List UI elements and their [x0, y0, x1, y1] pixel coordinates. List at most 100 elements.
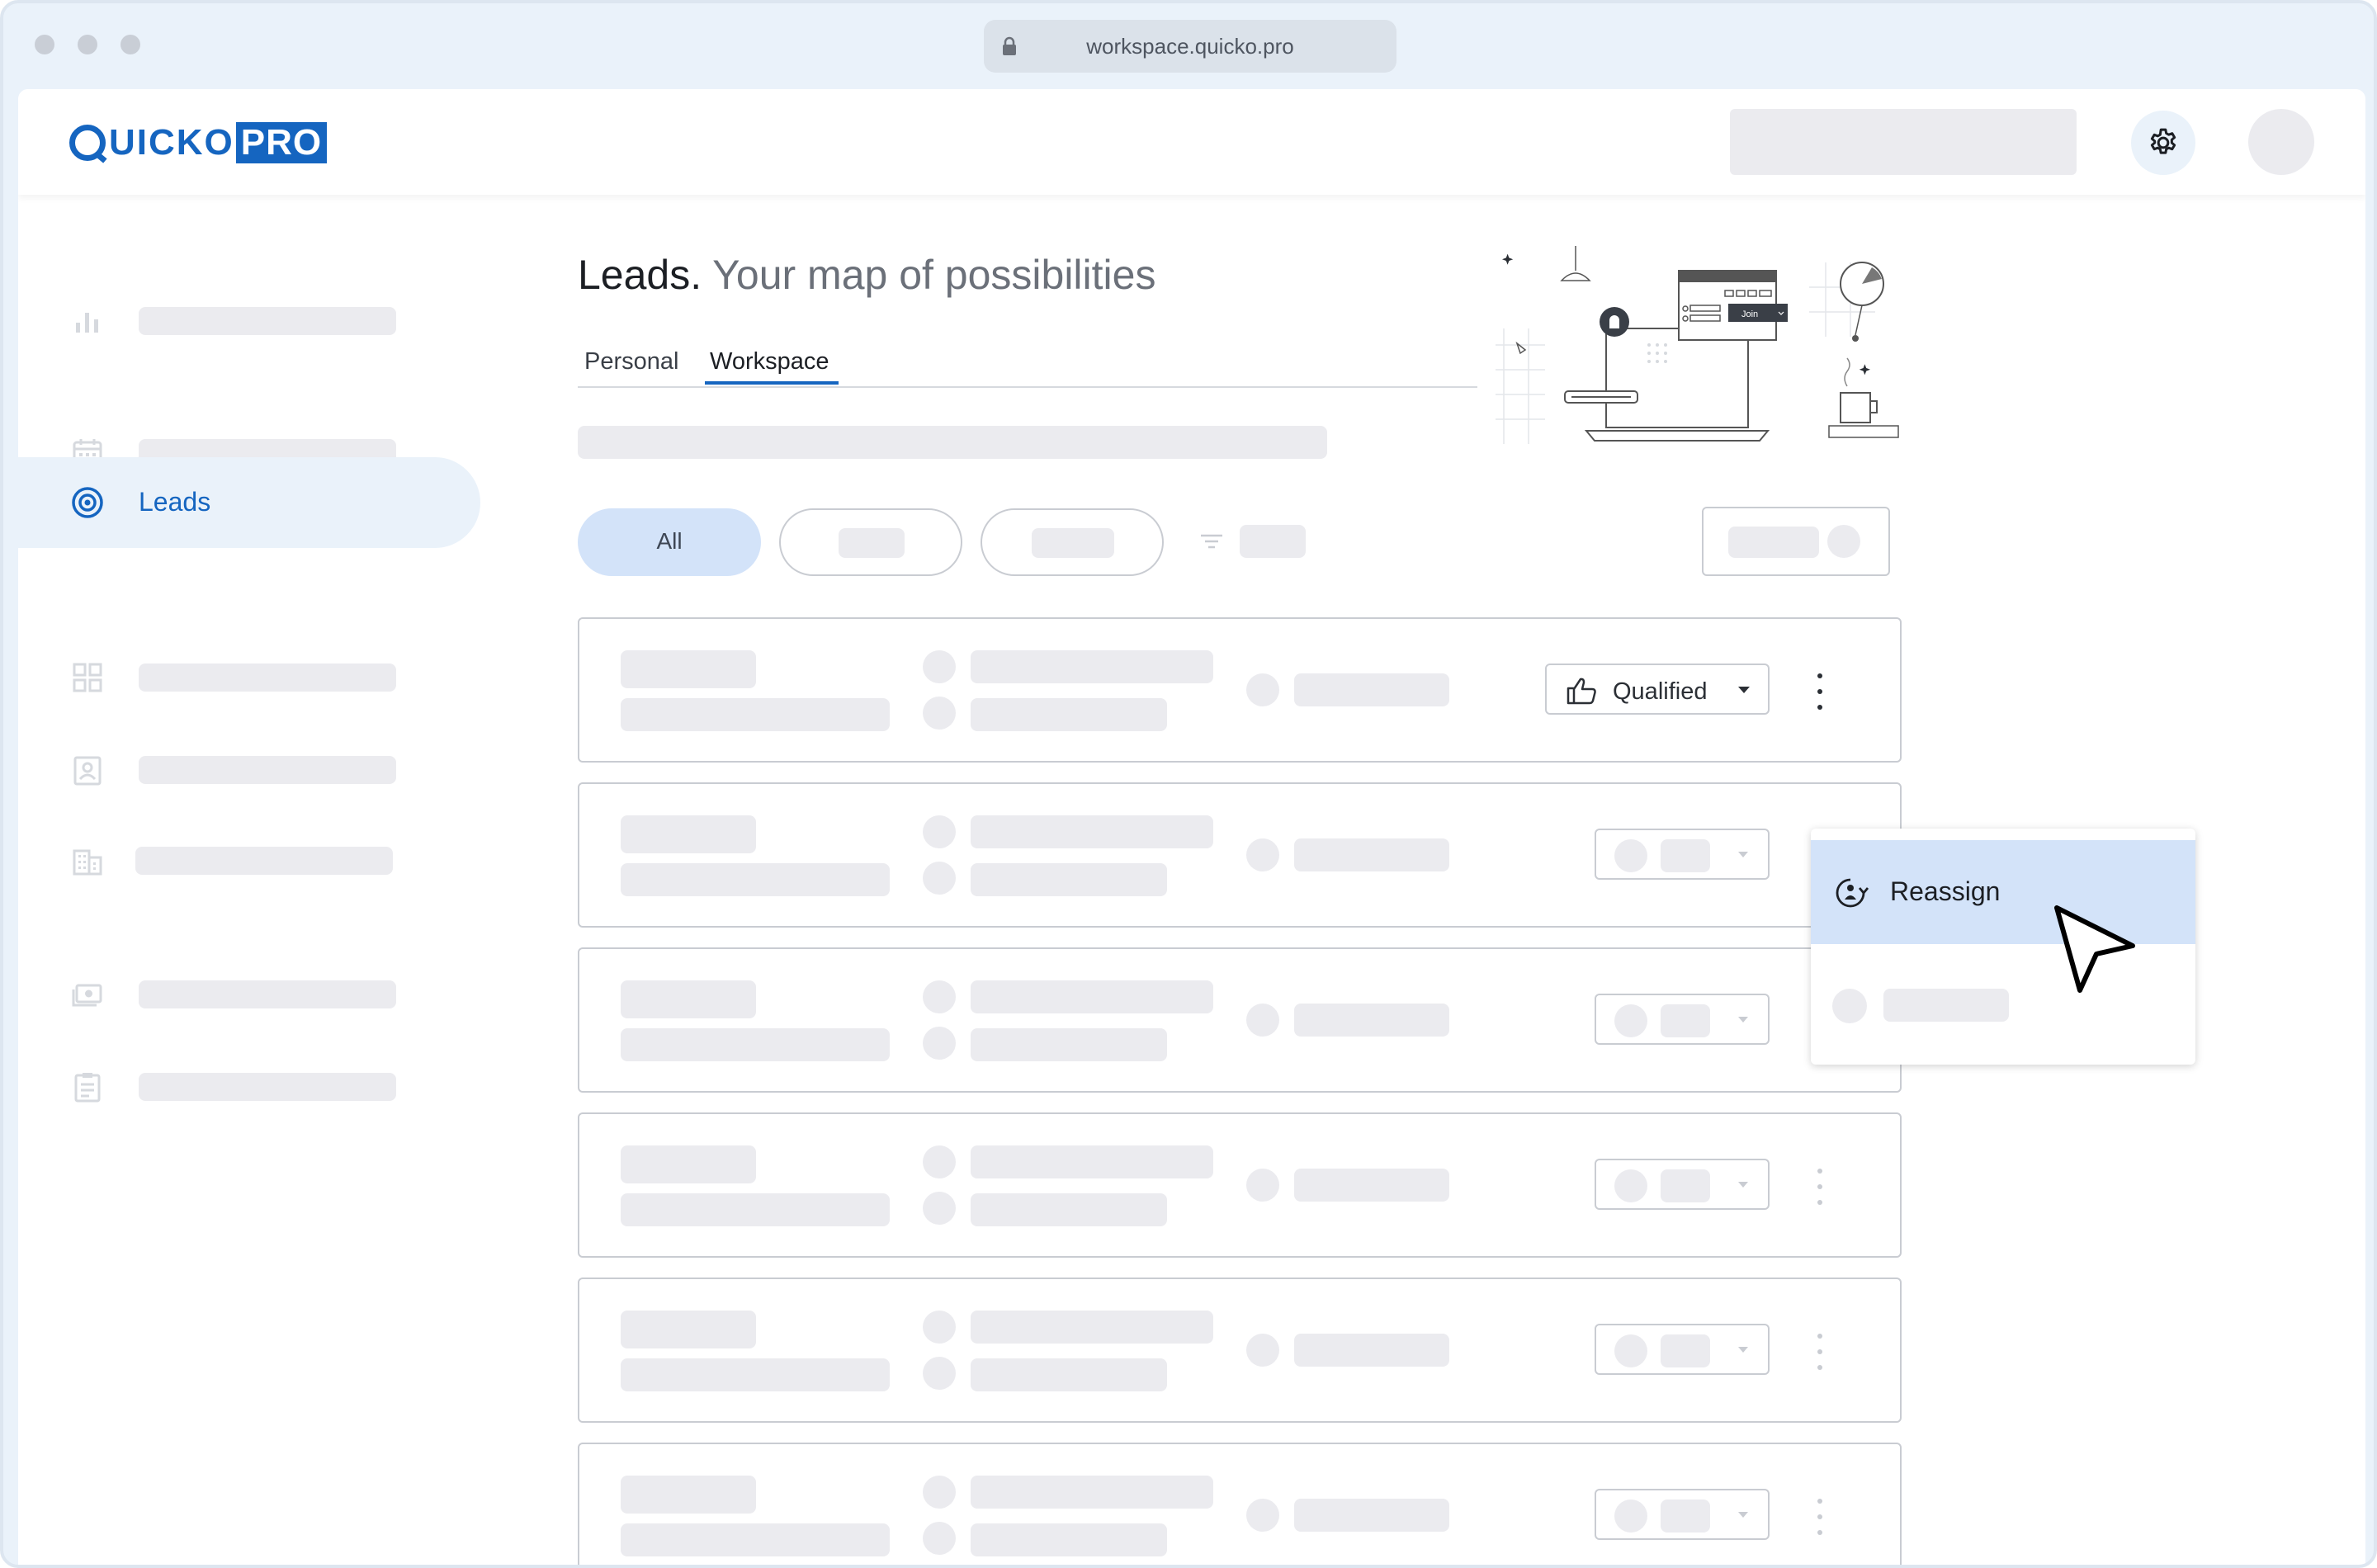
- table-row[interactable]: Qualified: [578, 617, 1902, 763]
- contact-placeholder: [971, 1193, 1167, 1226]
- filter-chip[interactable]: [981, 508, 1164, 576]
- more-options-icon[interactable]: [1814, 1499, 1826, 1535]
- contact-placeholder: [971, 815, 1213, 848]
- filter-chip-all[interactable]: All: [578, 508, 761, 576]
- chevron-down-icon: [1738, 687, 1750, 693]
- status-dropdown[interactable]: [1595, 994, 1770, 1045]
- filter-chip[interactable]: [779, 508, 962, 576]
- maximize-window-dot[interactable]: [121, 35, 140, 54]
- sidebar-item-dashboard[interactable]: [18, 632, 480, 723]
- workspace-illustration: Join: [1496, 246, 1899, 444]
- sidebar-item-companies[interactable]: [18, 815, 480, 906]
- quicko-pro-logo[interactable]: UICKO PRO: [69, 122, 328, 163]
- status-icon-placeholder: [1614, 1004, 1647, 1037]
- sidebar-label-placeholder: [139, 980, 396, 1008]
- status-icon-placeholder: [1614, 1169, 1647, 1202]
- sidebar-item-contacts[interactable]: [18, 725, 480, 815]
- url-text: workspace.quicko.pro: [1086, 33, 1294, 59]
- contact-placeholder: [971, 1311, 1213, 1344]
- sidebar-item-billing[interactable]: [18, 949, 480, 1040]
- contact-placeholder: [971, 1028, 1167, 1061]
- owner-placeholder: [1294, 1169, 1449, 1202]
- owner-avatar-placeholder: [1246, 838, 1279, 871]
- owner-placeholder: [1294, 673, 1449, 706]
- more-options-icon[interactable]: [1814, 1169, 1826, 1205]
- tab-personal[interactable]: Personal: [584, 348, 678, 375]
- status-dropdown[interactable]: [1595, 829, 1770, 880]
- contact-placeholder: [971, 650, 1213, 683]
- tab-workspace[interactable]: Workspace: [710, 348, 829, 375]
- settings-button[interactable]: [2131, 111, 2195, 175]
- chip-label-placeholder: [839, 528, 905, 558]
- lead-name-placeholder: [621, 980, 756, 1018]
- chevron-down-icon: [1738, 852, 1748, 857]
- page-title: Leads. Your map of possibilities: [578, 251, 1155, 299]
- illustration-join-label: Join: [1741, 309, 1758, 319]
- filter-label-placeholder[interactable]: [1240, 525, 1306, 558]
- address-bar[interactable]: workspace.quicko.pro: [984, 20, 1396, 73]
- table-row[interactable]: [578, 1112, 1902, 1258]
- header-search-placeholder[interactable]: [1730, 109, 2077, 175]
- sidebar-label-placeholder: [135, 847, 393, 875]
- status-dropdown-qualified[interactable]: Qualified: [1545, 664, 1770, 715]
- sort-icon-placeholder: [1827, 525, 1860, 558]
- chip-label-placeholder: [1032, 528, 1114, 558]
- lead-name-placeholder: [621, 650, 756, 688]
- lock-icon: [1003, 36, 1016, 55]
- chevron-down-icon: [1738, 1512, 1748, 1518]
- owner-placeholder: [1294, 838, 1449, 871]
- sidebar-item-tasks[interactable]: [18, 1041, 480, 1132]
- contact-placeholder: [971, 1476, 1213, 1509]
- owner-avatar-placeholder: [1246, 1004, 1279, 1037]
- user-avatar[interactable]: [2248, 109, 2314, 175]
- status-dropdown[interactable]: [1595, 1489, 1770, 1540]
- bar-chart-icon: [76, 313, 98, 333]
- contact-placeholder: [971, 1523, 1167, 1556]
- table-row[interactable]: [578, 782, 1902, 928]
- contact-icon-placeholder: [923, 697, 956, 730]
- money-icon: [72, 984, 102, 1007]
- top-header: UICKO PRO: [18, 89, 2365, 195]
- reassign-icon: [1836, 878, 1869, 908]
- contact-icon-placeholder: [923, 1476, 956, 1509]
- owner-placeholder: [1294, 1499, 1449, 1532]
- owner-avatar-placeholder: [1246, 673, 1279, 706]
- contact-icon-placeholder: [923, 1522, 956, 1555]
- status-label: Qualified: [1613, 678, 1708, 705]
- sidebar-item-analytics[interactable]: [18, 276, 480, 366]
- sidebar-label-placeholder: [139, 664, 396, 692]
- status-dropdown[interactable]: [1595, 1324, 1770, 1375]
- owner-placeholder: [1294, 1004, 1449, 1037]
- building-icon: [73, 849, 102, 876]
- more-options-icon[interactable]: [1814, 673, 1826, 710]
- sidebar-label-placeholder: [139, 1073, 396, 1101]
- table-row[interactable]: [578, 947, 1902, 1093]
- table-row[interactable]: [578, 1278, 1902, 1423]
- chevron-down-icon: [1738, 1347, 1748, 1353]
- more-options-icon[interactable]: [1814, 1334, 1826, 1370]
- chevron-down-icon: [1738, 1182, 1748, 1188]
- sort-dropdown[interactable]: [1702, 507, 1890, 576]
- status-label-placeholder: [1661, 1004, 1710, 1037]
- sidebar-label-placeholder: [139, 756, 396, 784]
- owner-placeholder: [1294, 1334, 1449, 1367]
- contact-icon-placeholder: [923, 650, 956, 683]
- active-tab-indicator: [705, 381, 839, 385]
- status-icon-placeholder: [1614, 1334, 1647, 1367]
- browser-frame: workspace.quicko.pro UICKO PRO Leads Lea…: [0, 0, 2377, 1568]
- status-dropdown[interactable]: [1595, 1159, 1770, 1210]
- owner-avatar-placeholder: [1246, 1499, 1279, 1532]
- window-controls: [35, 35, 140, 54]
- contact-placeholder: [971, 1145, 1213, 1178]
- sidebar-item-leads[interactable]: Leads: [18, 457, 480, 548]
- contact-icon-placeholder: [923, 1027, 956, 1060]
- table-row[interactable]: [578, 1443, 1902, 1565]
- filter-icon[interactable]: [1198, 528, 1225, 555]
- contact-icon-placeholder: [923, 1192, 956, 1225]
- gear-icon: [2150, 128, 2176, 154]
- close-window-dot[interactable]: [35, 35, 54, 54]
- lead-detail-placeholder: [621, 1028, 890, 1061]
- minimize-window-dot[interactable]: [78, 35, 97, 54]
- contact-placeholder: [971, 863, 1167, 896]
- chevron-down-icon: [1738, 1017, 1748, 1023]
